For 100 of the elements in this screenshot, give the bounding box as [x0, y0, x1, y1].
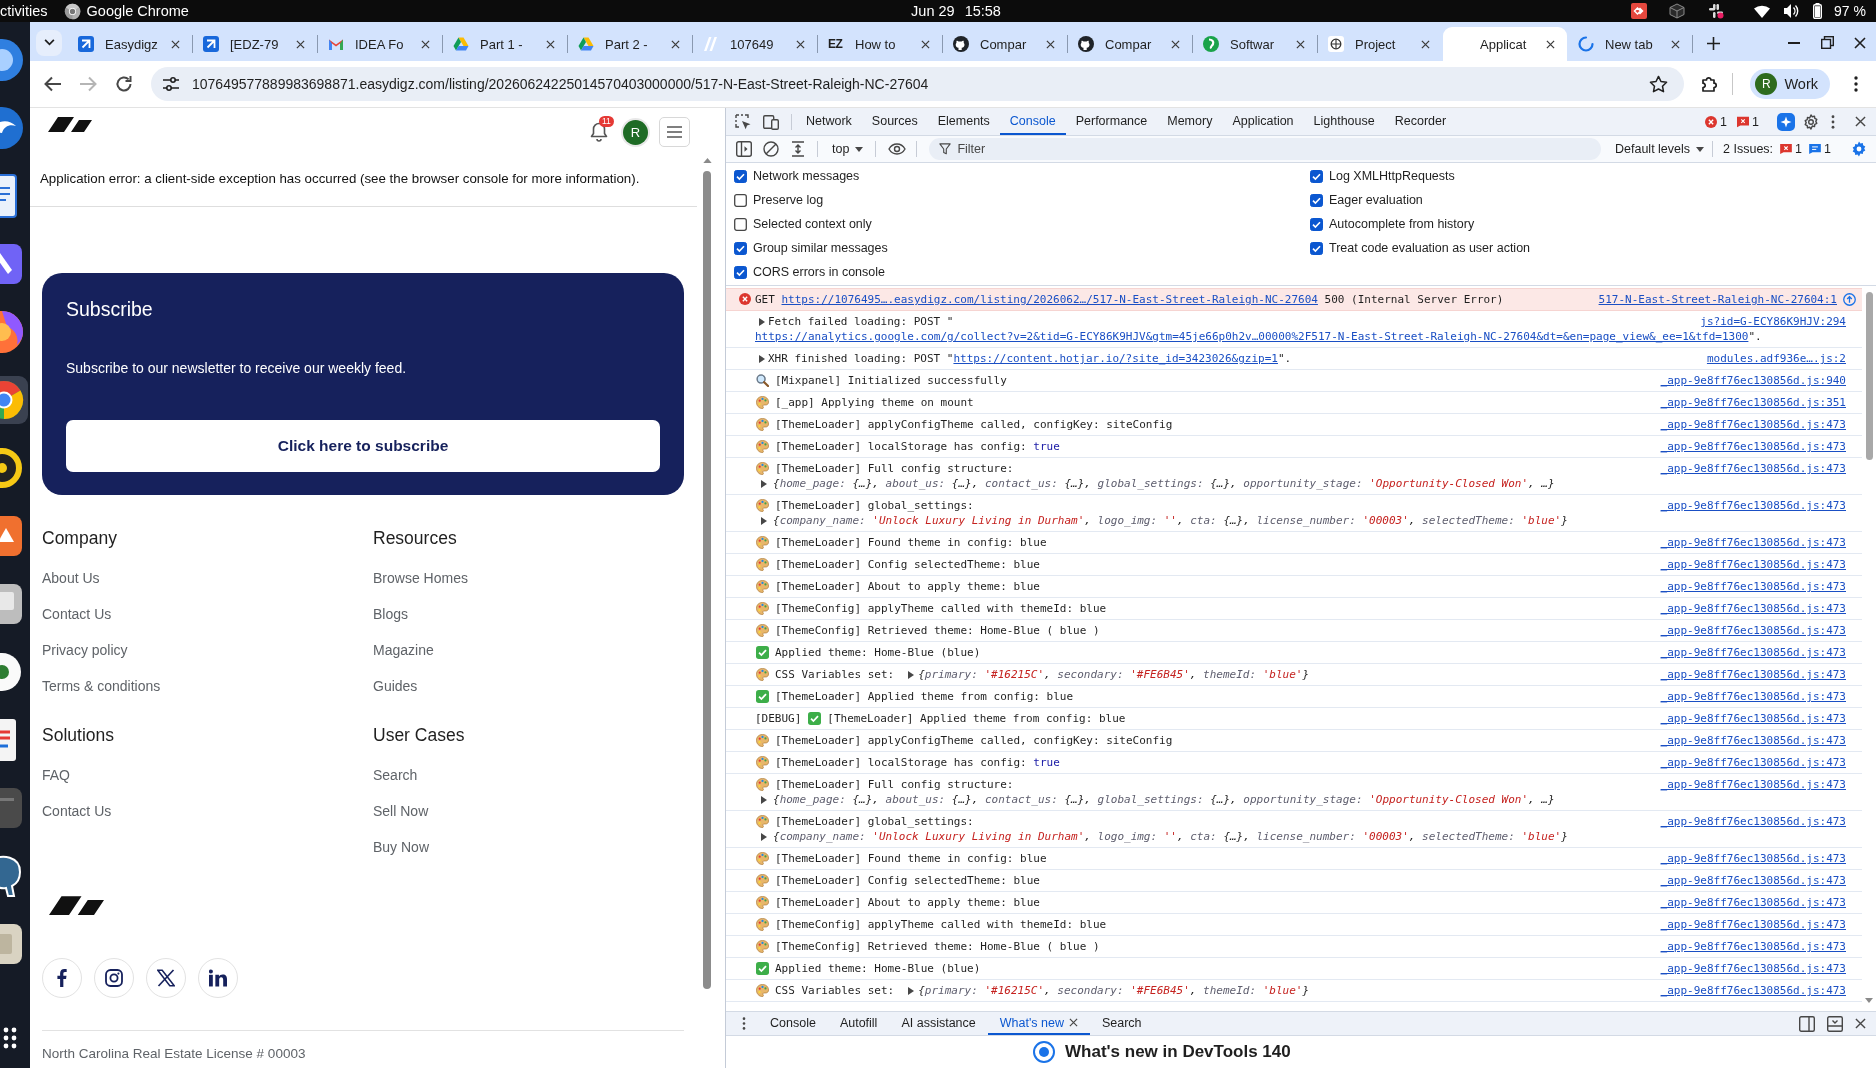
sliders-icon[interactable]	[162, 76, 180, 92]
close-icon[interactable]	[796, 39, 805, 49]
close-icon[interactable]	[421, 39, 430, 49]
app-menu-label[interactable]: Google Chrome	[86, 1, 189, 21]
browser-tab[interactable]: Applicat	[1443, 27, 1567, 61]
browser-tab[interactable]: 107649	[693, 27, 817, 61]
source-link[interactable]: _app-9e8ff76ec130856d.js:351	[1660, 395, 1846, 410]
volume-icon[interactable]	[1783, 3, 1800, 19]
browser-tab[interactable]: Part 1 -	[443, 27, 567, 61]
source-link[interactable]: _app-9e8ff76ec130856d.js:940	[1660, 373, 1846, 388]
source-link[interactable]: _app-9e8ff76ec130856d.js:473	[1660, 579, 1846, 594]
expand-icon[interactable]	[761, 480, 767, 488]
source-link[interactable]: _app-9e8ff76ec130856d.js:473	[1660, 733, 1846, 748]
checkbox[interactable]	[734, 193, 747, 207]
close-icon[interactable]	[1046, 39, 1055, 49]
settings-icon[interactable]	[1803, 113, 1819, 130]
puzzle-icon[interactable]	[1701, 75, 1720, 93]
footer-link[interactable]: Terms & conditions	[42, 676, 161, 696]
levels-dropdown[interactable]: Default levels	[1615, 142, 1705, 156]
issue-count-button[interactable]: 1	[1737, 114, 1759, 129]
checkbox[interactable]	[1310, 169, 1323, 183]
reload-icon[interactable]	[115, 75, 133, 93]
source-link[interactable]: _app-9e8ff76ec130856d.js:473	[1660, 557, 1846, 572]
url-link[interactable]: https://content.hotjar.io/?site_id=3423026&gzip=1	[953, 352, 1278, 365]
logo-icon[interactable]	[48, 117, 92, 132]
footer-link[interactable]: Magazine	[373, 640, 434, 660]
footer-link[interactable]: Search	[373, 765, 418, 785]
scroll-up-arrow-icon[interactable]	[702, 158, 712, 163]
browser-app-icon[interactable]	[0, 376, 30, 424]
source-link[interactable]: _app-9e8ff76ec130856d.js:473	[1660, 895, 1846, 910]
close-icon[interactable]	[1546, 39, 1555, 49]
arrows-vertical-icon[interactable]	[790, 141, 806, 157]
expand-icon[interactable]	[759, 355, 765, 363]
browser-tab[interactable]: IDEA Fo	[318, 27, 442, 61]
source-link[interactable]: _app-9e8ff76ec130856d.js:473	[1660, 983, 1846, 998]
source-link[interactable]: _app-9e8ff76ec130856d.js:473	[1660, 645, 1846, 660]
more-icon[interactable]	[1831, 114, 1835, 129]
url-link[interactable]: https://analytics.google.com/g/collect?v=2&tid=G-ECY86K9HJV&gtm=45je66p0h2v…00000%2F517-N-East-Street-Raleigh-NC-27604&dt=&en=page_view&_ee=1&tfd=1300	[755, 330, 1749, 343]
devtools-tab[interactable]: Sources	[861, 108, 928, 135]
footer-link[interactable]: Contact Us	[42, 604, 112, 624]
star-icon[interactable]	[1649, 75, 1669, 93]
minimize-icon[interactable]	[1788, 41, 1800, 44]
source-link[interactable]: _app-9e8ff76ec130856d.js:473	[1660, 873, 1846, 888]
source-link[interactable]: _app-9e8ff76ec130856d.js:473	[1660, 917, 1846, 932]
footer-link[interactable]: Guides	[373, 676, 418, 696]
devtools-tab[interactable]: Performance	[1065, 108, 1158, 135]
devtools-tab[interactable]: Memory	[1157, 108, 1223, 135]
close-icon[interactable]	[921, 39, 930, 49]
source-link[interactable]: _app-9e8ff76ec130856d.js:473	[1660, 417, 1846, 432]
scrollbar-thumb[interactable]	[1865, 292, 1873, 460]
source-link[interactable]: _app-9e8ff76ec130856d.js:473	[1660, 498, 1846, 513]
scrollbar-thumb[interactable]	[703, 171, 711, 989]
expand-icon[interactable]	[761, 796, 767, 804]
footer-link[interactable]: Sell Now	[373, 801, 429, 821]
source-link[interactable]: _app-9e8ff76ec130856d.js:473	[1660, 711, 1846, 726]
browser-tab[interactable]: Part 2 -	[568, 27, 692, 61]
footer-link[interactable]: Blogs	[373, 604, 409, 624]
devtools-tab[interactable]: Elements	[927, 108, 1000, 135]
expand-icon[interactable]	[908, 671, 915, 679]
close-icon[interactable]	[1671, 39, 1680, 49]
browser-tab[interactable]: Compar	[943, 27, 1067, 61]
square-app-icon[interactable]	[1631, 3, 1648, 19]
drawer-tab[interactable]: AI assistance	[889, 1012, 988, 1035]
source-link[interactable]: _app-9e8ff76ec130856d.js:473	[1660, 755, 1846, 770]
close-icon[interactable]	[171, 39, 180, 49]
close-icon[interactable]	[1855, 116, 1866, 127]
browser-tab[interactable]: Compar	[1068, 27, 1192, 61]
profile-button[interactable]: R Work	[1750, 69, 1830, 99]
panel-right-icon[interactable]	[1799, 1015, 1815, 1032]
source-link[interactable]: 517-N-East-Street-Raleigh-NC-27604:1	[1598, 292, 1837, 307]
source-link[interactable]: _app-9e8ff76ec130856d.js:473	[1660, 535, 1846, 550]
checkbox[interactable]	[734, 265, 747, 279]
context-dropdown[interactable]: top	[832, 142, 864, 156]
browser-tab[interactable]: [EDZ-79	[193, 27, 317, 61]
expand-icon[interactable]	[759, 318, 765, 326]
eye-icon[interactable]	[888, 143, 907, 155]
close-icon[interactable]	[1854, 36, 1866, 49]
scroll-down-arrow-icon[interactable]	[1865, 998, 1873, 1003]
clear-icon[interactable]	[763, 141, 779, 157]
close-icon[interactable]	[1421, 39, 1430, 49]
dots-icon[interactable]	[1708, 3, 1725, 19]
sparkle-icon[interactable]	[1777, 112, 1795, 131]
source-link[interactable]: _app-9e8ff76ec130856d.js:473	[1660, 939, 1846, 954]
devtools-tab[interactable]: Lighthouse	[1303, 108, 1385, 135]
more-icon[interactable]	[1854, 76, 1858, 92]
issues-button[interactable]: 2 Issues: 1 1	[1723, 142, 1831, 156]
close-icon[interactable]	[671, 39, 680, 49]
device-icon[interactable]	[763, 113, 779, 130]
source-link[interactable]: _app-9e8ff76ec130856d.js:473	[1660, 851, 1846, 866]
close-icon[interactable]	[1855, 1018, 1866, 1029]
close-icon[interactable]	[1296, 39, 1305, 49]
footer-link[interactable]: Browse Homes	[373, 568, 468, 588]
source-link[interactable]: _app-9e8ff76ec130856d.js:473	[1660, 961, 1846, 976]
expand-icon[interactable]	[761, 833, 767, 841]
wifi-icon[interactable]	[1754, 4, 1771, 18]
apps-grid-icon[interactable]	[3, 1027, 17, 1049]
source-link[interactable]: _app-9e8ff76ec130856d.js:473	[1660, 623, 1846, 638]
source-link[interactable]: _app-9e8ff76ec130856d.js:473	[1660, 667, 1846, 682]
checkbox[interactable]	[734, 169, 747, 183]
battery-icon[interactable]	[1813, 3, 1823, 19]
